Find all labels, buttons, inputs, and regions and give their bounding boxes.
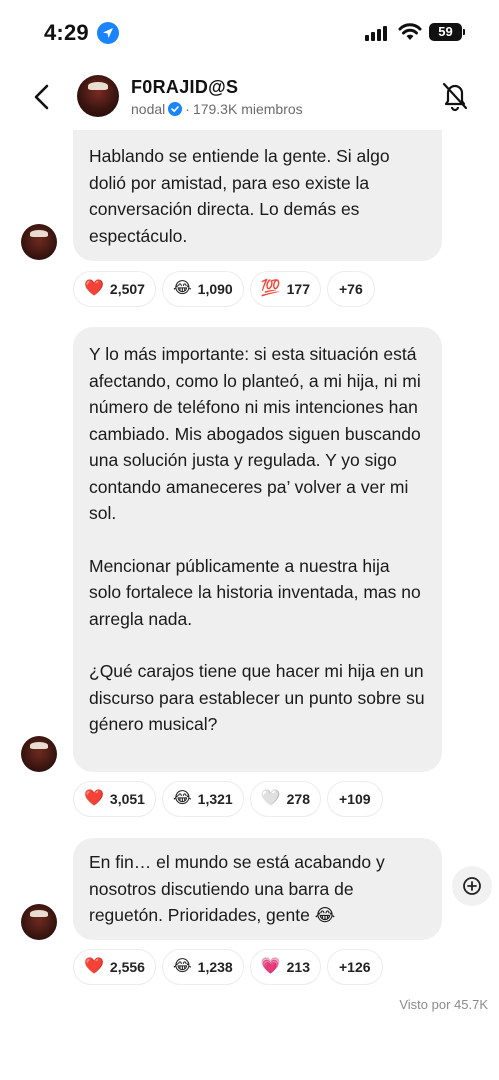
status-bar: 4:29 59 [0,0,499,64]
red-heart-icon: ❤️ [84,790,104,807]
reaction-count: 2,556 [109,959,145,975]
laughing-icon: 😂 [172,280,192,297]
back-chevron-icon[interactable] [28,82,56,112]
reaction-heart[interactable]: ❤️ 2,507 [73,271,156,307]
reaction-count: 3,051 [109,791,145,807]
wifi-icon [398,23,422,40]
status-time: 4:29 [44,20,89,45]
white-heart-icon: 🤍 [260,790,281,807]
battery-level: 59 [429,23,462,41]
reaction-bar: ❤️ 2,556 😂 1,238 💗 213 +126 [73,949,383,985]
reaction-bar: ❤️ 2,507 😂 1,090 💯 177 +76 [73,271,375,307]
reaction-heart[interactable]: ❤️ 2,556 [73,949,156,985]
reaction-count: 1,090 [197,281,233,297]
more-reactions[interactable]: +109 [327,781,383,817]
pink-heart-icon: 💗 [260,958,281,975]
reaction-count: 2,507 [109,281,145,297]
reaction-white-heart[interactable]: 🤍 278 [249,781,321,817]
reaction-heart[interactable]: ❤️ 3,051 [73,781,156,817]
red-heart-icon: ❤️ [84,280,104,297]
reaction-count: 1,321 [197,791,233,807]
message-paragraph: Y lo más importante: si esta situación e… [89,344,421,523]
reaction-laugh[interactable]: 😂 1,238 [161,949,244,985]
more-reactions[interactable]: +126 [327,949,383,985]
verified-badge-icon [168,102,183,116]
message-text: Hablando se entiende la gente. Si algo d… [89,146,390,246]
add-reaction-icon [463,877,481,895]
message-paragraph: ¿Qué carajos tiene que hacer mi hija en … [89,661,425,734]
laughing-icon: 😂 [172,958,192,975]
more-reactions[interactable]: +76 [327,271,375,307]
reaction-count: 213 [286,959,310,975]
add-reaction-button[interactable] [452,866,492,906]
red-heart-icon: ❤️ [84,958,104,975]
message-bubble[interactable]: Y lo más importante: si esta situación e… [73,327,442,772]
author-avatar[interactable] [21,224,57,260]
reaction-hundred[interactable]: 💯 177 [249,271,321,307]
reaction-bar: ❤️ 3,051 😂 1,321 🤍 278 +109 [73,781,383,817]
location-arrow-icon [97,22,119,44]
seen-by-count[interactable]: Visto por 45.7K [399,997,488,1012]
author-avatar[interactable] [21,736,57,772]
reaction-count: 1,238 [197,959,233,975]
reaction-laugh[interactable]: 😂 1,090 [161,271,244,307]
channel-avatar[interactable] [77,75,119,117]
reaction-pink-heart[interactable]: 💗 213 [249,949,321,985]
member-count: 179.3K miembros [192,101,303,117]
laughing-icon: 😂 [172,790,192,807]
hundred-icon: 💯 [260,280,281,297]
cellular-signal-icon [365,25,391,41]
message-bubble[interactable]: Hablando se entiende la gente. Si algo d… [73,130,442,261]
separator-dot: · [185,101,190,117]
battery-cap [463,29,465,35]
author-avatar[interactable] [21,904,57,940]
message-text: En fin… el mundo se está acabando y noso… [89,852,385,925]
message-paragraph: Mencionar públicamente a nuestra hija so… [89,555,421,629]
muted-bell-icon[interactable] [440,80,470,112]
message-bubble[interactable]: En fin… el mundo se está acabando y noso… [73,838,442,940]
channel-title[interactable]: F0RAJID@S [131,77,238,98]
channel-subtitle: nodal · 179.3K miembros [131,101,303,117]
reaction-laugh[interactable]: 😂 1,321 [161,781,244,817]
channel-owner: nodal [131,101,166,117]
reaction-count: 177 [286,281,310,297]
reaction-count: 278 [286,791,310,807]
